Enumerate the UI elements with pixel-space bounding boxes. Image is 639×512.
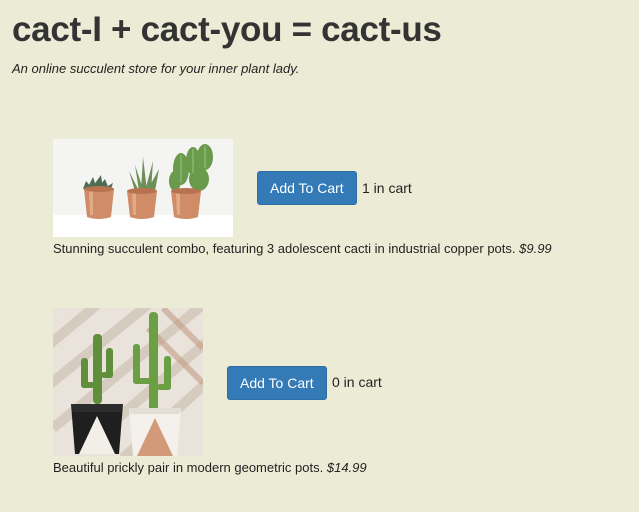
product-description: Beautiful prickly pair in modern geometr… (53, 460, 367, 475)
add-to-cart-button[interactable]: Add To Cart (227, 366, 327, 400)
two-cacti-geometric-pots-image[interactable] (53, 308, 203, 456)
cart-count: 0 in cart (332, 374, 382, 390)
cart-count: 1 in cart (362, 180, 412, 196)
add-to-cart-button[interactable]: Add To Cart (257, 171, 357, 205)
product-price: $9.99 (519, 241, 552, 256)
description-text: Beautiful prickly pair in modern geometr… (53, 460, 324, 475)
product-price: $14.99 (326, 460, 367, 475)
page-tagline: An online succulent store for your inner… (12, 61, 300, 76)
description-text: Stunning succulent combo, featuring 3 ad… (53, 241, 516, 256)
product-description: Stunning succulent combo, featuring 3 ad… (53, 241, 552, 256)
page-title: cact-I + cact-you = cact-us (12, 10, 442, 49)
three-succulents-copper-pots-image[interactable] (53, 139, 233, 237)
